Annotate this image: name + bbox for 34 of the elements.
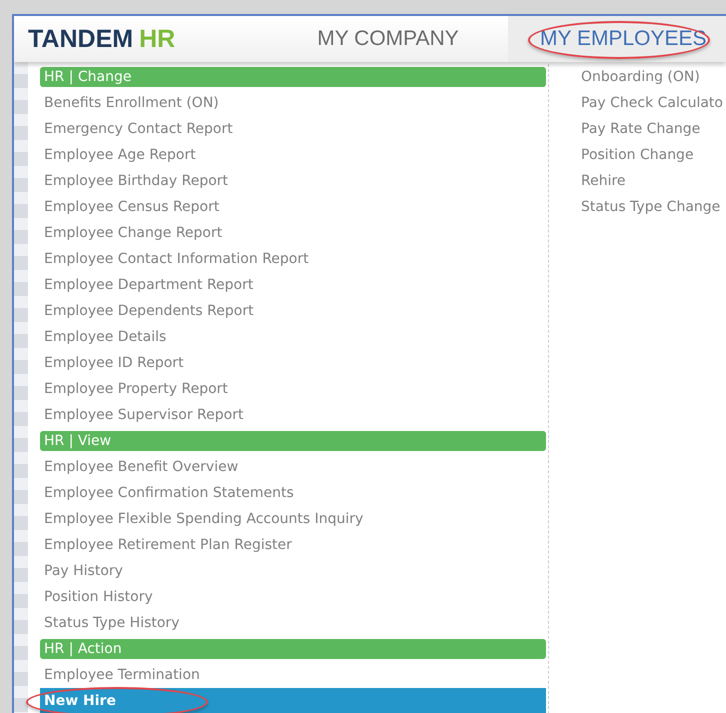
menu-item[interactable]: Employee Retirement Plan Register <box>40 532 546 558</box>
menu-item[interactable]: Benefits Enrollment (ON) <box>40 90 546 116</box>
menu-item[interactable]: Pay Rate Change <box>577 116 723 142</box>
menu-item[interactable]: Employee Department Report <box>40 272 546 298</box>
nav-tab[interactable]: MY COMPANY <box>317 27 459 51</box>
menu-item[interactable]: Employee Termination <box>40 662 546 688</box>
menu-item[interactable]: Rehire <box>577 168 723 194</box>
menu-item[interactable]: New Hire <box>40 688 546 713</box>
menu-item[interactable]: Employee Census Report <box>40 194 546 220</box>
logo-suffix: HR <box>139 24 176 54</box>
section-header: HR | Change <box>40 67 546 87</box>
menu-item[interactable]: Position History <box>40 584 546 610</box>
menu-item[interactable]: Employee Age Report <box>40 142 546 168</box>
menu-item[interactable]: Employee Birthday Report <box>40 168 546 194</box>
section-header: HR | Action <box>40 639 546 659</box>
menu-item[interactable]: Position Change <box>577 142 723 168</box>
menu-item[interactable]: Employee Property Report <box>40 376 546 402</box>
menu-item[interactable]: Employee Details <box>40 324 546 350</box>
menu-item[interactable]: Emergency Contact Report <box>40 116 546 142</box>
menu-item[interactable]: Employee Dependents Report <box>40 298 546 324</box>
menu-item[interactable]: Employee ID Report <box>40 350 546 376</box>
menu-item[interactable]: Pay History <box>40 558 546 584</box>
menu-item[interactable]: Employee Contact Information Report <box>40 246 546 272</box>
menu-item[interactable]: Employee Supervisor Report <box>40 402 546 428</box>
menu-item[interactable]: Employee Benefit Overview <box>40 454 546 480</box>
menu-item[interactable]: Status Type History <box>40 610 546 636</box>
menu-item[interactable]: Status Type Change <box>577 194 723 220</box>
menu-item[interactable]: Pay Check Calculato <box>577 90 723 116</box>
menu-item[interactable]: Onboarding (ON) <box>577 64 723 90</box>
menu-item[interactable]: Employee Confirmation Statements <box>40 480 546 506</box>
menu-item[interactable]: Employee Change Report <box>40 220 546 246</box>
section-header: HR | View <box>40 431 546 451</box>
menu-item[interactable]: Employee Flexible Spending Accounts Inquiry <box>40 506 546 532</box>
logo-text: TANDEM <box>28 24 134 54</box>
